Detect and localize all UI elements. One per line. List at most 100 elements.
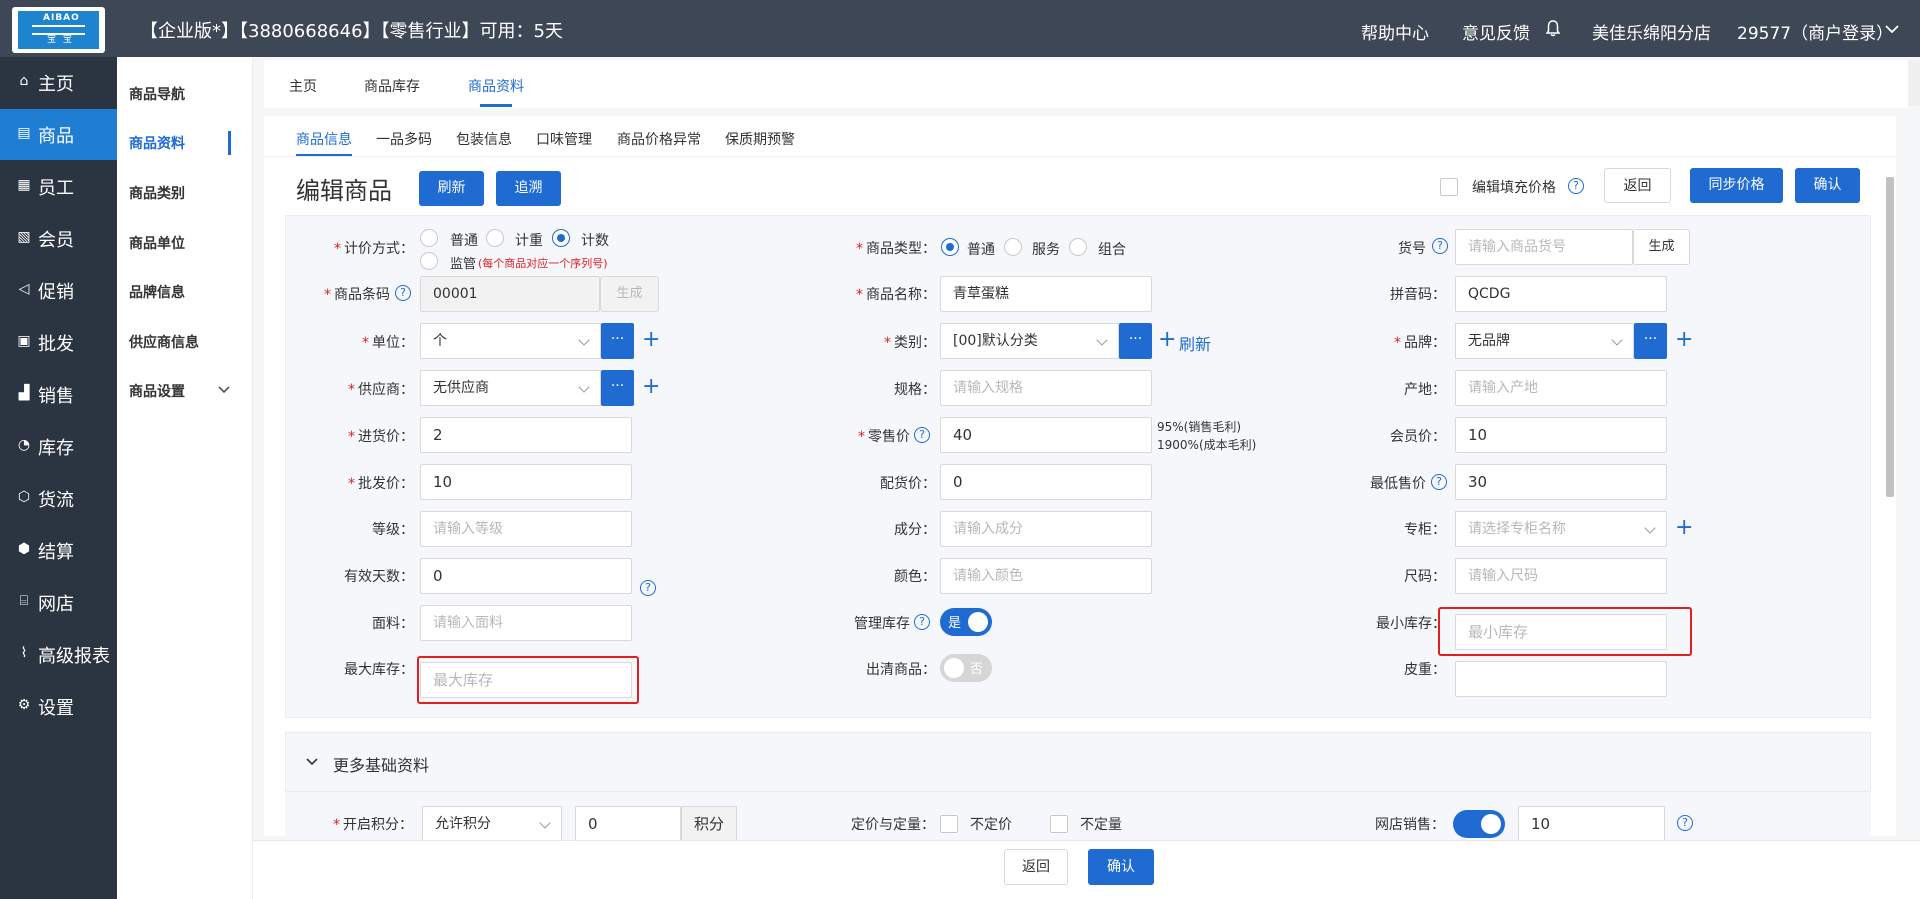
sidebar-item-logistics[interactable]: ⬡ 货流 bbox=[0, 473, 117, 524]
tab-price-abnormal[interactable]: 商品价格异常 bbox=[617, 129, 701, 149]
sidebar-item-promotion[interactable]: ◁ 促销 bbox=[0, 265, 117, 316]
brand-select[interactable]: 无品牌 bbox=[1455, 323, 1634, 359]
subnav-goods-unit[interactable]: 商品单位 bbox=[129, 233, 185, 253]
sidebar-item-staff[interactable]: ▦ 员工 bbox=[0, 161, 117, 212]
supplier-more-button[interactable]: ··· bbox=[601, 370, 634, 406]
supplier-select[interactable]: 无供应商 bbox=[420, 370, 601, 406]
help-icon[interactable]: ? bbox=[1677, 815, 1693, 831]
chevron-down-icon[interactable] bbox=[1885, 24, 1899, 34]
subnav-goods-category[interactable]: 商品类别 bbox=[129, 183, 185, 203]
add-unit-icon[interactable]: + bbox=[642, 329, 660, 351]
fill-price-checkbox[interactable] bbox=[1440, 178, 1458, 196]
pinyin-input[interactable]: QCDG bbox=[1455, 276, 1667, 312]
scrollbar[interactable] bbox=[1908, 60, 1920, 106]
subnav-goods-settings[interactable]: 商品设置 bbox=[129, 381, 185, 401]
chevron-down-icon[interactable] bbox=[218, 386, 230, 394]
help-icon[interactable]: ? bbox=[640, 580, 656, 596]
spec-input[interactable]: 请输入规格 bbox=[940, 370, 1152, 406]
manage-stock-toggle[interactable]: 是 bbox=[940, 608, 992, 636]
confirm-button[interactable]: 确认 bbox=[1088, 849, 1154, 885]
grade-input[interactable]: 请输入等级 bbox=[420, 511, 632, 547]
subnav-goods-info[interactable]: 商品资料 bbox=[129, 133, 185, 153]
aibao-logo[interactable]: AIBAO 宝 宝 bbox=[12, 7, 105, 53]
help-center-link[interactable]: 帮助中心 bbox=[1361, 19, 1429, 44]
clearance-toggle[interactable]: 否 bbox=[940, 654, 992, 682]
sidebar-item-report[interactable]: ⌇ 高级报表 bbox=[0, 629, 117, 680]
type-service-radio[interactable] bbox=[1004, 238, 1022, 256]
sidebar-item-inventory[interactable]: ◔ 库存 bbox=[0, 421, 117, 472]
tab-shelf-life-warning[interactable]: 保质期预警 bbox=[725, 129, 795, 149]
add-category-icon[interactable]: + bbox=[1158, 329, 1176, 351]
unit-more-button[interactable]: ··· bbox=[601, 323, 634, 359]
tare-input[interactable] bbox=[1455, 661, 1667, 697]
help-icon[interactable]: ? bbox=[1568, 178, 1584, 194]
category-more-button[interactable]: ··· bbox=[1119, 323, 1152, 359]
no-price-checkbox[interactable] bbox=[940, 815, 958, 833]
no-quantity-checkbox[interactable] bbox=[1050, 815, 1068, 833]
help-icon[interactable]: ? bbox=[395, 285, 411, 301]
counter-select[interactable]: 请选择专柜名称 bbox=[1455, 511, 1667, 547]
back-button-top[interactable]: 返回 bbox=[1604, 168, 1671, 203]
color-input[interactable]: 请输入颜色 bbox=[940, 558, 1152, 594]
member-price-input[interactable]: 10 bbox=[1455, 417, 1667, 453]
pricing-weight-radio[interactable] bbox=[486, 229, 504, 247]
confirm-button-top[interactable]: 确认 bbox=[1795, 168, 1860, 203]
sidebar-item-shop[interactable]: ⌸ 网店 bbox=[0, 577, 117, 628]
purchase-price-input[interactable]: 2 bbox=[420, 417, 632, 453]
help-icon[interactable]: ? bbox=[1431, 474, 1447, 490]
trace-button[interactable]: 追溯 bbox=[496, 171, 561, 206]
pricing-normal-radio[interactable] bbox=[420, 229, 438, 247]
online-sales-toggle[interactable] bbox=[1453, 810, 1505, 838]
barcode-input[interactable]: 00001 bbox=[420, 276, 600, 312]
tab-multi-barcode[interactable]: 一品多码 bbox=[376, 129, 432, 149]
sync-price-button[interactable]: 同步价格 bbox=[1690, 168, 1783, 203]
points-input[interactable]: 0 bbox=[575, 806, 681, 842]
valid-days-input[interactable]: 0 bbox=[420, 558, 632, 594]
add-counter-icon[interactable]: + bbox=[1675, 517, 1693, 539]
tab-goods-info-sub[interactable]: 商品信息 bbox=[296, 129, 352, 149]
subnav-goods-guide[interactable]: 商品导航 bbox=[129, 84, 185, 104]
help-icon[interactable]: ? bbox=[914, 427, 930, 443]
sku-input[interactable]: 请输入商品货号 bbox=[1455, 229, 1633, 265]
chevron-down-icon[interactable] bbox=[306, 758, 318, 766]
sidebar-item-home[interactable]: ⌂ 主页 bbox=[0, 57, 117, 108]
store-name[interactable]: 美佳乐绵阳分店 bbox=[1592, 19, 1711, 44]
min-price-input[interactable]: 30 bbox=[1455, 464, 1667, 500]
tab-package-info[interactable]: 包装信息 bbox=[456, 129, 512, 149]
refresh-button[interactable]: 刷新 bbox=[419, 171, 484, 206]
add-supplier-icon[interactable]: + bbox=[642, 376, 660, 398]
goods-name-input[interactable]: 青草蛋糕 bbox=[940, 276, 1152, 312]
help-icon[interactable]: ? bbox=[1432, 238, 1448, 254]
retail-price-input[interactable]: 40 bbox=[940, 417, 1152, 453]
unit-select[interactable]: 个 bbox=[420, 323, 601, 359]
pricing-count-radio[interactable] bbox=[552, 229, 570, 247]
sidebar-item-settings[interactable]: ⚙ 设置 bbox=[0, 681, 117, 732]
subnav-supplier-info[interactable]: 供应商信息 bbox=[129, 332, 199, 352]
account-menu[interactable]: 29577（商户登录） bbox=[1737, 19, 1893, 44]
scrollbar[interactable] bbox=[1884, 163, 1896, 835]
tab-flavor-manage[interactable]: 口味管理 bbox=[536, 129, 592, 149]
category-select[interactable]: [00]默认分类 bbox=[940, 323, 1119, 359]
sidebar-item-settlement[interactable]: ⬢ 结算 bbox=[0, 525, 117, 576]
type-combo-radio[interactable] bbox=[1069, 238, 1087, 256]
sidebar-item-member[interactable]: ▧ 会员 bbox=[0, 213, 117, 264]
online-sales-input[interactable]: 10 bbox=[1518, 806, 1665, 842]
fabric-input[interactable]: 请输入面料 bbox=[420, 605, 632, 641]
add-brand-icon[interactable]: + bbox=[1675, 329, 1693, 351]
sidebar-item-sales[interactable]: ▟ 销售 bbox=[0, 369, 117, 420]
distribution-price-input[interactable]: 0 bbox=[940, 464, 1152, 500]
scrollbar-thumb[interactable] bbox=[1886, 177, 1894, 497]
points-select[interactable]: 允许积分 bbox=[422, 806, 562, 842]
sidebar-item-wholesale[interactable]: ▣ 批发 bbox=[0, 317, 117, 368]
subnav-brand-info[interactable]: 品牌信息 bbox=[129, 282, 185, 302]
feedback-link[interactable]: 意见反馈 bbox=[1462, 19, 1530, 44]
tab-home[interactable]: 主页 bbox=[289, 76, 317, 96]
brand-more-button[interactable]: ··· bbox=[1634, 323, 1667, 359]
type-normal-radio[interactable] bbox=[941, 238, 959, 256]
bell-icon[interactable] bbox=[1546, 20, 1560, 37]
size-input[interactable]: 请输入尺码 bbox=[1455, 558, 1667, 594]
ingredient-input[interactable]: 请输入成分 bbox=[940, 511, 1152, 547]
origin-input[interactable]: 请输入产地 bbox=[1455, 370, 1667, 406]
back-button[interactable]: 返回 bbox=[1004, 849, 1068, 885]
tab-goods-stock[interactable]: 商品库存 bbox=[364, 76, 420, 96]
